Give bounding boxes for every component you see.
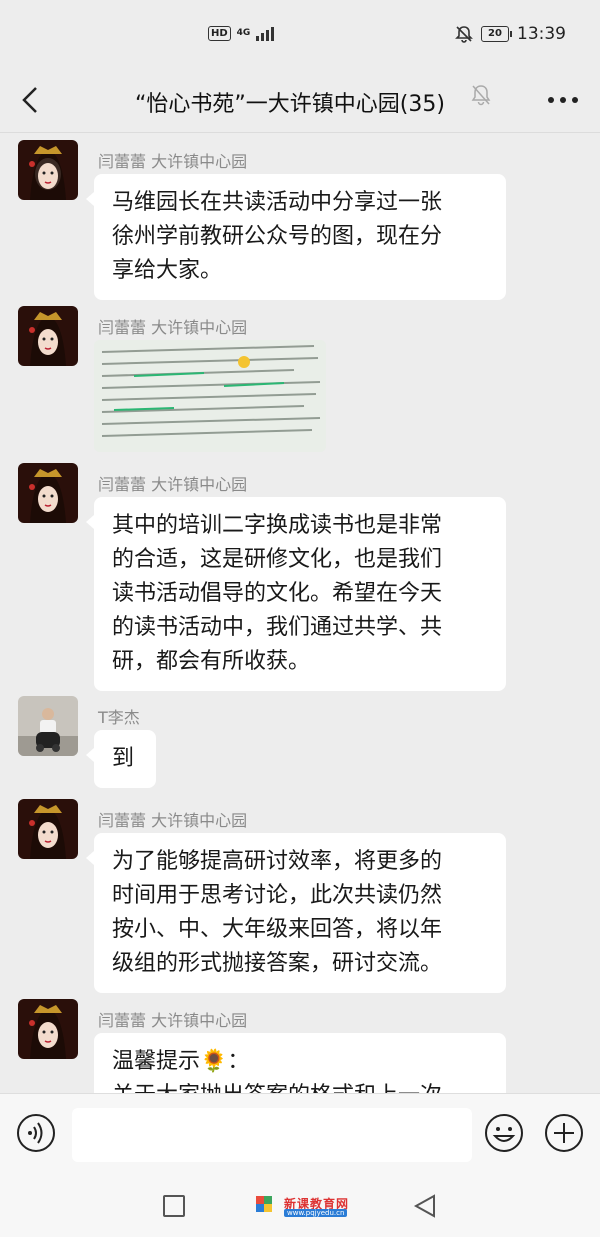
network-type: 4G: [236, 28, 251, 38]
hd-badge: HD: [208, 26, 231, 41]
signal-icon: [256, 26, 275, 41]
message-bubble[interactable]: 其中的培训二字换成读书也是非常 的合适，这是研修文化，也是我们 读书活动倡导的文…: [86, 497, 506, 691]
system-navigation: 新课教育网 www.pqjyedu.cn: [0, 1175, 600, 1237]
recent-apps-button[interactable]: [163, 1195, 185, 1217]
message-line: 温馨提示🌻：: [112, 1049, 250, 1074]
chat-header: “怡心书苑”一大许镇中心园(35): [0, 70, 600, 133]
status-right: 20 13:39: [455, 24, 566, 44]
message-line: 马维园长在共读活动中分享过一张: [112, 190, 443, 215]
network-indicators: HD 4G: [208, 26, 275, 41]
chat-title: “怡心书苑”一大许镇中心园(35): [135, 92, 445, 117]
shared-image[interactable]: [94, 340, 326, 452]
avatar[interactable]: [18, 799, 78, 859]
message-line: 的读书活动中，我们通过共学、共: [112, 615, 443, 640]
sender-name: 闫蕾蕾 大许镇中心园: [98, 475, 248, 494]
mute-icon: [455, 26, 473, 43]
sender-name: 闫蕾蕾 大许镇中心园: [98, 1011, 248, 1030]
chat-message-list[interactable]: 闫蕾蕾 大许镇中心园 马维园长在共读活动中分享过一张 徐州学前教研公众号的图，现…: [0, 133, 600, 1093]
battery-icon: 20: [481, 26, 512, 42]
sender-name: 闫蕾蕾 大许镇中心园: [98, 152, 248, 171]
clock: 13:39: [517, 24, 566, 44]
sender-name: 闫蕾蕾 大许镇中心园: [98, 318, 248, 337]
message-bubble[interactable]: 马维园长在共读活动中分享过一张 徐州学前教研公众号的图，现在分 享给大家。: [86, 174, 506, 300]
avatar[interactable]: [18, 306, 78, 366]
muted-bell-icon: [471, 85, 491, 106]
avatar[interactable]: [18, 463, 78, 523]
watermark-url: www.pqjyedu.cn: [284, 1209, 348, 1217]
message-bubble[interactable]: 到: [86, 730, 156, 788]
plus-button[interactable]: [544, 1113, 584, 1153]
sender-name: 闫蕾蕾 大许镇中心园: [98, 811, 248, 830]
avatar[interactable]: [18, 140, 78, 200]
message-line: 级组的形式抛接答案，研讨交流。: [112, 951, 443, 976]
emoji-button[interactable]: [484, 1113, 524, 1153]
message-line: 的合适，这是研修文化，也是我们: [112, 547, 443, 572]
system-back-button[interactable]: [412, 1193, 438, 1219]
message-line: 到: [112, 746, 135, 771]
more-options-button[interactable]: [546, 90, 580, 110]
input-bar: [0, 1093, 600, 1176]
message-input[interactable]: [72, 1108, 472, 1162]
status-bar: HD 4G 20 13:39: [0, 0, 600, 70]
message-bubble[interactable]: 温馨提示🌻： 关于大家抛出答案的格式和上一次: [94, 1033, 506, 1093]
message-line: 关于大家抛出答案的格式和上一次: [112, 1079, 488, 1093]
sender-name: T李杰: [98, 708, 140, 727]
message-line: 按小、中、大年级来回答，将以年: [112, 917, 443, 942]
message-line: 时间用于思考讨论，此次共读仍然: [112, 883, 443, 908]
message-line: 徐州学前教研公众号的图，现在分: [112, 224, 443, 249]
avatar[interactable]: [18, 696, 78, 756]
message-bubble[interactable]: 为了能够提高研讨效率，将更多的 时间用于思考讨论，此次共读仍然 按小、中、大年级…: [86, 833, 506, 993]
message-line: 其中的培训二字换成读书也是非常: [112, 513, 443, 538]
message-line: 享给大家。: [112, 258, 223, 283]
message-line: 读书活动倡导的文化。希望在今天: [112, 581, 443, 606]
message-line: 为了能够提高研讨效率，将更多的: [112, 849, 443, 874]
avatar[interactable]: [18, 999, 78, 1059]
message-line: 研，都会有所收获。: [112, 649, 311, 674]
voice-button[interactable]: [16, 1113, 56, 1153]
